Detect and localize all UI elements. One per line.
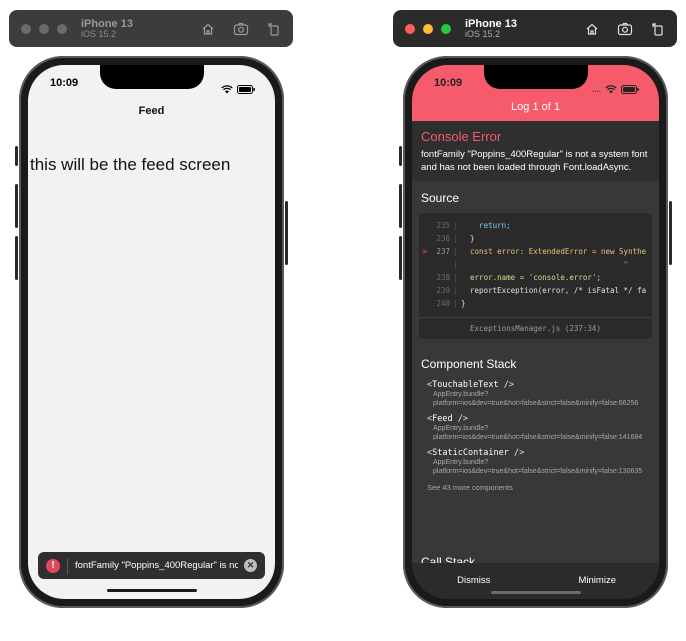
code-caret-line: | ^: [453, 260, 629, 269]
screenshot-icon[interactable]: [617, 22, 633, 36]
device-title: iPhone 13 iOS 15.2: [81, 18, 133, 40]
list-item[interactable]: <StaticContainer /> AppEntry.bundle?plat…: [427, 448, 647, 476]
volume-down-button: [399, 236, 402, 280]
iphone-frame: 10:09 Feed this will be the feed screen …: [15, 56, 288, 608]
app-screen: 10:09 Feed this will be the feed screen …: [28, 65, 275, 599]
signal-dots: ....: [592, 84, 601, 94]
device-os: iOS 15.2: [81, 28, 117, 39]
minimize-window-button[interactable]: [39, 23, 49, 34]
code-line: 240 |}: [436, 299, 466, 308]
zoom-window-button[interactable]: [57, 23, 67, 34]
component-name: TouchableText: [432, 380, 499, 390]
list-item[interactable]: <TouchableText /> AppEntry.bundle?platfo…: [427, 380, 647, 408]
volume-up-button: [15, 184, 18, 228]
close-icon[interactable]: ✕: [244, 559, 257, 572]
battery-icon: [237, 84, 255, 94]
source-file-location[interactable]: ExceptionsManager.js (237:34): [419, 317, 652, 339]
device-name: iPhone 13: [465, 17, 517, 30]
rotate-icon[interactable]: [267, 22, 281, 36]
toast-divider: [67, 557, 68, 574]
power-button: [669, 201, 672, 265]
component-source: AppEntry.bundle?platform=ios&dev=true&ho…: [433, 425, 643, 442]
component-stack-list: <TouchableText /> AppEntry.bundle?platfo…: [427, 380, 647, 492]
status-indicators: ....: [592, 77, 639, 101]
page-title: Feed: [138, 105, 165, 117]
home-icon[interactable]: [201, 22, 215, 36]
window-controls: [405, 23, 451, 34]
device-name: iPhone 13: [81, 17, 133, 30]
wifi-icon: [221, 84, 233, 93]
error-toast[interactable]: ! fontFamily "Poppins_400Regular" is not…: [38, 552, 265, 579]
rotate-icon[interactable]: [651, 22, 665, 36]
volume-down-button: [15, 236, 18, 280]
code-line-highlighted: >237 | const error: ExtendedError = new S…: [422, 247, 647, 256]
zoom-window-button[interactable]: [441, 23, 451, 34]
list-item[interactable]: <Feed /> AppEntry.bundle?platform=ios&de…: [427, 414, 647, 442]
component-name: StaticContainer: [432, 448, 509, 459]
logbox-screen: 10:09 .... Log 1 of 1 Console Error font…: [412, 65, 659, 599]
simulator-right: iPhone 13 iOS 15.2 10:09 .... Log 1 of 1…: [393, 0, 677, 641]
component-name: Feed: [432, 414, 453, 425]
close-window-button[interactable]: [405, 23, 415, 34]
code-line: 235 | return;: [436, 221, 511, 230]
home-icon[interactable]: [585, 22, 599, 36]
close-window-button[interactable]: [21, 23, 31, 34]
log-counter-title: Log 1 of 1: [511, 101, 560, 113]
status-time: 10:09: [50, 77, 79, 89]
code-line: 238 | error.name = 'console.error';: [436, 273, 601, 282]
power-button: [285, 201, 288, 265]
error-icon: !: [46, 558, 60, 573]
code-line: 239 | reportException(error, /* isFatal *…: [436, 286, 647, 295]
see-more-components-link[interactable]: See 43 more components: [427, 483, 647, 492]
feed-placeholder-text: this will be the feed screen: [30, 155, 231, 174]
mute-switch: [399, 146, 402, 166]
component-stack-title: Component Stack: [421, 357, 517, 371]
notch: [483, 65, 588, 89]
error-message: fontFamily "Poppins_400Regular" is not a…: [421, 149, 648, 173]
toolbar-icons: [201, 22, 281, 36]
status-indicators: [221, 77, 255, 101]
component-source: AppEntry.bundle?platform=ios&dev=true&ho…: [433, 391, 639, 408]
toast-message: fontFamily "Poppins_400Regular" is not a…: [75, 560, 238, 571]
notch: [99, 65, 204, 89]
home-indicator[interactable]: [106, 589, 197, 592]
code-line: 236 | }: [436, 234, 475, 243]
home-indicator[interactable]: [490, 591, 581, 594]
volume-up-button: [399, 184, 402, 228]
component-source: AppEntry.bundle?platform=ios&dev=true&ho…: [433, 459, 643, 476]
window-controls: [21, 23, 67, 34]
status-time: 10:09: [434, 77, 463, 89]
error-title: Console Error: [421, 129, 502, 144]
screenshot-icon[interactable]: [233, 22, 249, 36]
wifi-icon: [605, 84, 617, 93]
source-section-title: Source: [421, 191, 460, 205]
battery-icon: [621, 84, 639, 94]
device-title: iPhone 13 iOS 15.2: [465, 18, 517, 40]
source-code-frame[interactable]: 235 | return; 236 | } >237 | const error: E…: [419, 213, 652, 339]
simulator-left: iPhone 13 iOS 15.2 10:09 Feed this will …: [9, 0, 293, 641]
mute-switch: [15, 146, 18, 166]
error-summary: Console Error fontFamily "Poppins_400Reg…: [412, 121, 659, 181]
simulator-toolbar: iPhone 13 iOS 15.2: [393, 10, 677, 47]
iphone-frame: 10:09 .... Log 1 of 1 Console Error font…: [399, 56, 672, 608]
toolbar-icons: [585, 22, 665, 36]
minimize-window-button[interactable]: [423, 23, 433, 34]
device-os: iOS 15.2: [465, 28, 501, 39]
simulator-toolbar: iPhone 13 iOS 15.2: [9, 10, 293, 47]
